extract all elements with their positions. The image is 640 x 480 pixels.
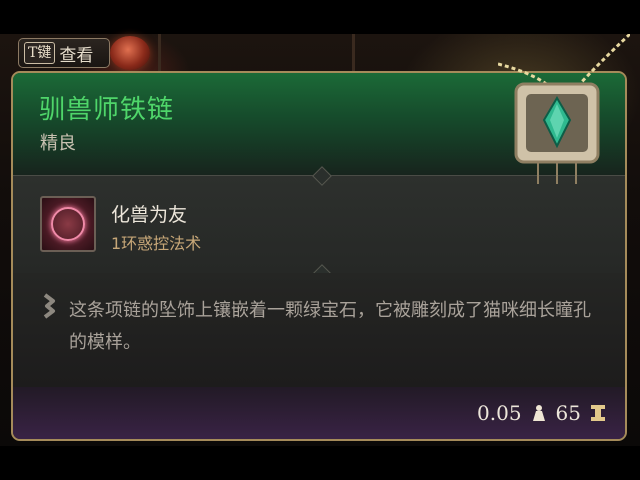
inspect-label: 查看 xyxy=(59,45,94,66)
price-value: 65 xyxy=(555,401,581,425)
item-stats: 0.05 65 xyxy=(477,401,607,425)
necklace-item-image xyxy=(498,34,630,184)
spell-name: 化兽为友 xyxy=(111,204,188,226)
scene-orb xyxy=(110,36,150,70)
gold-coin-icon xyxy=(591,405,605,421)
key-cap: T键 xyxy=(24,42,56,64)
weight-value: 0.05 xyxy=(477,401,522,425)
scene-beam xyxy=(158,34,161,74)
item-title: 驯兽师铁链 xyxy=(39,95,175,125)
charm-beast-icon xyxy=(40,196,96,252)
tooltip-footer: 0.05 65 xyxy=(13,387,625,439)
item-description: 这条项链的坠饰上镶嵌着一颗绿宝石，它被雕刻成了猫咪细长瞳孔的模样。 xyxy=(69,300,591,353)
spell-level: 1环惑控法术 xyxy=(111,234,202,253)
inspect-key-hint[interactable]: T键 查看 xyxy=(18,38,110,68)
description-area: 这条项链的坠饰上镶嵌着一颗绿宝石，它被雕刻成了猫咪细长瞳孔的模样。 xyxy=(13,273,625,387)
scene-beam xyxy=(352,34,355,74)
weight-icon xyxy=(532,405,545,421)
quote-icon xyxy=(43,293,55,319)
item-rarity: 精良 xyxy=(40,133,76,154)
